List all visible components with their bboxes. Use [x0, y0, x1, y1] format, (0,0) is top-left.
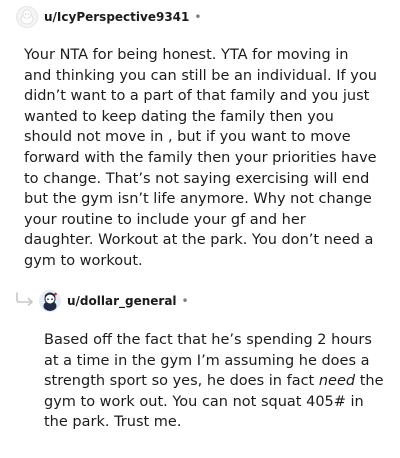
reply-author[interactable]: u/dollar_general: [67, 294, 177, 308]
comment-header: u/IcyPerspective9341 •: [16, 6, 201, 28]
meta-separator: •: [181, 294, 189, 308]
meta-separator: •: [194, 10, 202, 24]
snoo-ghost-avatar-icon[interactable]: [16, 6, 38, 28]
comment-thread: u/IcyPerspective9341 • Your NTA for bein…: [0, 0, 400, 458]
reply-arrow-icon: [15, 291, 35, 306]
reply-header: u/dollar_general •: [39, 290, 189, 312]
comment-body: Your NTA for being honest. YTA for movin…: [24, 45, 378, 272]
emphasis-text: need: [318, 373, 356, 390]
reply-text: Based off the fact that he’s spending 2 …: [44, 332, 384, 431]
reply-body: Based off the fact that he’s spending 2 …: [44, 330, 384, 433]
comment-text: Your NTA for being honest. YTA for movin…: [24, 47, 377, 269]
comment-author[interactable]: u/IcyPerspective9341: [44, 10, 189, 24]
snoo-character-avatar-icon[interactable]: [39, 290, 61, 312]
